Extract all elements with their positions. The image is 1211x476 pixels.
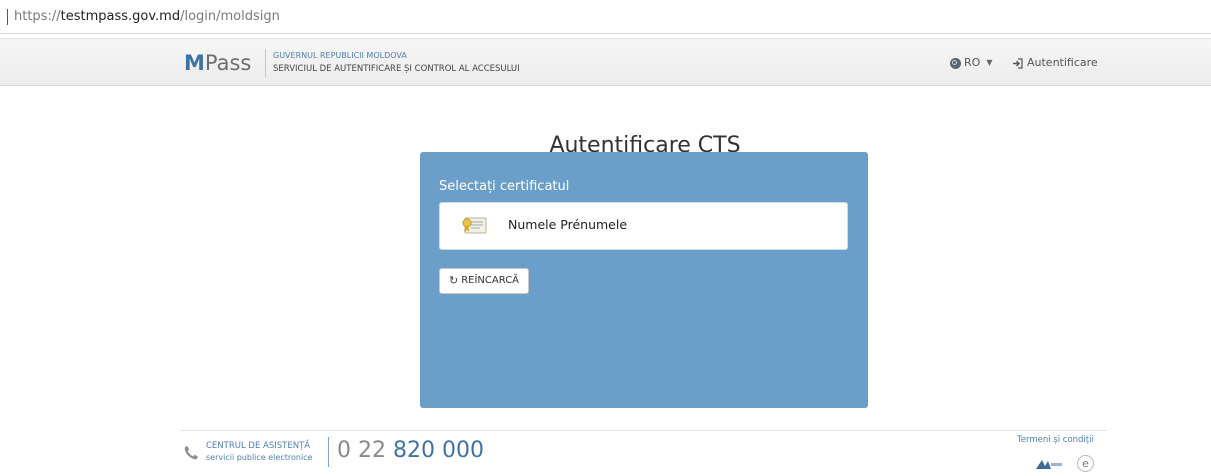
chevron-down-icon: ▼ (986, 58, 993, 67)
terms-link[interactable]: Termeni și condiții (1017, 435, 1094, 445)
e-gov-logo-icon[interactable]: e (1077, 455, 1094, 472)
address-bar[interactable]: https://testmpass.gov.md/login/moldsign (0, 0, 1211, 34)
header-divider (265, 49, 266, 77)
sign-in-icon (1013, 57, 1023, 69)
footer-vertical-divider (328, 437, 329, 467)
phone-icon (184, 446, 198, 460)
certificate-icon (462, 217, 487, 234)
refresh-icon: ↻ (449, 274, 459, 287)
certificate-list-item[interactable]: Numele Prénumele (439, 202, 848, 250)
reload-label: REÎNCARCĂ (461, 275, 520, 286)
government-name: GUVERNUL REPUBLICII MOLDOVA (273, 51, 407, 60)
partner-logo-icon[interactable] (1035, 457, 1063, 471)
url-path: /login/moldsign (180, 9, 280, 24)
url-text[interactable]: https://testmpass.gov.md/login/moldsign (14, 9, 280, 25)
globe-icon (950, 57, 961, 69)
site-header: MPass GUVERNUL REPUBLICII MOLDOVA SERVIC… (0, 38, 1211, 86)
certificate-name: Numele Prénumele (508, 217, 628, 232)
mpass-logo[interactable]: MPass (184, 51, 251, 75)
support-phone-number: 0 22 820 000 (337, 438, 484, 464)
service-name: SERVICIUL DE AUTENTIFICARE ȘI CONTROL AL… (273, 64, 520, 74)
url-host: testmpass.gov.md (60, 9, 181, 24)
text-cursor (7, 9, 8, 25)
logo-m: M (184, 51, 205, 75)
login-link[interactable]: Autentificare (1012, 56, 1098, 70)
language-dropdown[interactable]: RO ▼ (950, 56, 992, 70)
logo-pass: Pass (204, 51, 252, 75)
reload-button[interactable]: ↻ REÎNCARCĂ (439, 268, 530, 294)
login-label: Autentificare (1027, 56, 1098, 69)
url-scheme: https:// (14, 9, 61, 24)
panel-heading: Selectați certificatul (439, 179, 570, 194)
certificate-panel: Selectați certificatul Numele Prénumele … (420, 152, 868, 408)
help-center-title[interactable]: CENTRUL DE ASISTENȚĂ (206, 441, 310, 451)
phone-main: 820 000 (392, 438, 484, 463)
help-center-subtitle: servicii publice electronice (206, 453, 313, 462)
footer-divider (180, 430, 1107, 431)
language-label: RO (964, 56, 981, 69)
phone-prefix: 0 22 (337, 438, 386, 463)
